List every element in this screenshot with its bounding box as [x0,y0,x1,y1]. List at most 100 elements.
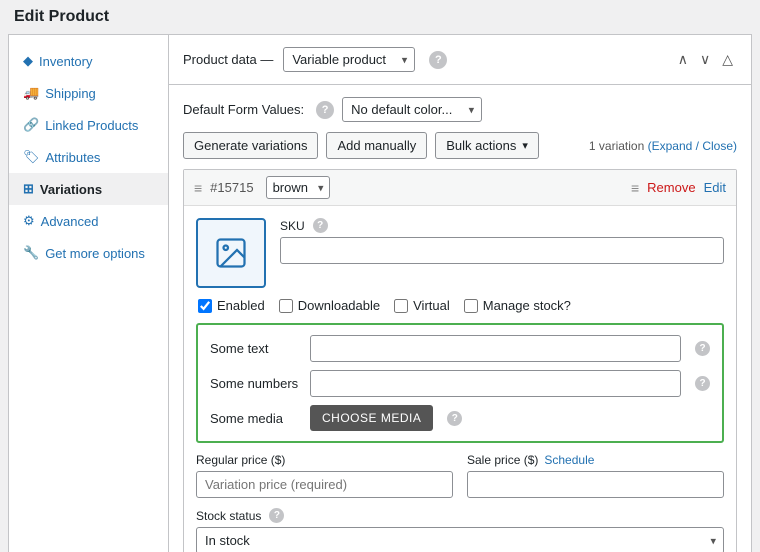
gear-icon: ⚙ [23,213,35,229]
variations-count: 1 variation (Expand / Close) [589,139,737,153]
stock-section: Stock status ? In stock Out of stock On … [196,508,724,552]
product-data-header: Product data — Variable product Simple p… [169,35,751,85]
grid-icon: ⊞ [23,181,34,197]
virtual-checkbox[interactable] [394,299,408,313]
diamond-icon: ◆ [23,53,33,69]
some-media-help-icon[interactable]: ? [447,411,462,426]
link-icon: 🔗 [23,117,39,133]
downloadable-label: Downloadable [298,298,380,313]
variation-menu-icon: ≡ [631,180,639,196]
sku-help-icon[interactable]: ? [313,218,328,233]
edit-variation-link[interactable]: Edit [704,180,726,195]
product-data-label: Product data — [183,52,273,67]
variation-color-select[interactable]: brown [266,176,330,199]
manage-stock-checkbox[interactable] [464,299,478,313]
default-form-row: Default Form Values: ? No default color.… [183,97,737,122]
variation-actions: ≡ Remove Edit [631,180,726,196]
bulk-actions-chevron-icon: ▾ [522,139,528,152]
sidebar-item-label: Inventory [39,54,92,69]
default-form-label: Default Form Values: [183,102,304,117]
regular-price-col: Regular price ($) [196,453,453,498]
stock-status-label: Stock status ? [196,508,724,523]
downloadable-checkbox-label[interactable]: Downloadable [279,298,380,313]
default-color-select[interactable]: No default color... brown [342,97,482,122]
sale-price-label: Sale price ($) Schedule [467,453,724,467]
sidebar-item-attributes[interactable]: 🏷 Attributes [9,141,168,173]
sidebar-item-linked-products[interactable]: 🔗 Linked Products [9,109,168,141]
sidebar-item-label: Attributes [46,150,101,165]
default-form-help-icon[interactable]: ? [316,101,334,119]
virtual-checkbox-label[interactable]: Virtual [394,298,450,313]
custom-field-row-text: Some text ? [210,335,710,362]
sku-input[interactable] [280,237,724,264]
manage-stock-label: Manage stock? [483,298,571,313]
sidebar-item-label: Variations [40,182,102,197]
variation-header: ≡ #15715 brown ≡ Remove Edit [184,170,736,206]
sku-section: SKU ? [280,218,724,264]
collapse-down-button[interactable]: ∨ [696,49,714,70]
sale-price-input[interactable] [467,471,724,498]
custom-field-row-numbers: Some numbers ? [210,370,710,397]
stock-status-select[interactable]: In stock Out of stock On backorder [196,527,724,552]
sidebar-item-label: Advanced [41,214,99,229]
checkboxes-row: Enabled Downloadable Virtual [196,298,724,313]
collapse-up-button[interactable]: ∧ [674,49,692,70]
drag-handle-icon[interactable]: ≡ [194,180,202,196]
content-area: ◆ Inventory 🚚 Shipping 🔗 Linked Products… [8,34,752,552]
variation-image-placeholder[interactable] [196,218,266,288]
regular-price-label: Regular price ($) [196,453,453,467]
some-text-input[interactable] [310,335,681,362]
image-icon [213,235,249,271]
sidebar-item-inventory[interactable]: ◆ Inventory [9,45,168,77]
tag-icon: 🏷 [23,149,40,165]
price-section: Regular price ($) Sale price ($) Schedul… [196,453,724,498]
page-wrapper: Edit Product ◆ Inventory 🚚 Shipping 🔗 Li… [0,0,760,552]
virtual-label: Virtual [413,298,450,313]
product-type-select-wrapper: Variable product Simple product Grouped … [283,47,415,72]
header-actions: ∧ ∨ △ [674,49,737,70]
regular-price-input[interactable] [196,471,453,498]
bulk-actions-button[interactable]: Bulk actions ▾ [435,132,539,159]
generate-variations-button[interactable]: Generate variations [183,132,318,159]
variation-row: ≡ #15715 brown ≡ Remove Edit [183,169,737,552]
variations-content: Default Form Values: ? No default color.… [169,85,751,552]
sidebar-item-label: Shipping [45,86,96,101]
sidebar-item-variations[interactable]: ⊞ Variations [9,173,168,205]
remove-variation-link[interactable]: Remove [647,180,695,195]
sidebar: ◆ Inventory 🚚 Shipping 🔗 Linked Products… [9,35,169,552]
manage-stock-checkbox-label[interactable]: Manage stock? [464,298,571,313]
sidebar-item-label: Linked Products [45,118,138,133]
variation-color-wrapper: brown [266,176,330,199]
product-type-select[interactable]: Variable product Simple product Grouped … [283,47,415,72]
sidebar-item-advanced[interactable]: ⚙ Advanced [9,205,168,237]
sku-label: SKU ? [280,218,724,233]
sidebar-item-label: Get more options [45,246,145,261]
enabled-checkbox[interactable] [198,299,212,313]
page-title-bar: Edit Product [0,0,760,34]
some-text-help-icon[interactable]: ? [695,341,710,356]
page-title: Edit Product [14,8,109,25]
sidebar-item-get-more-options[interactable]: 🔧 Get more options [9,237,168,269]
choose-media-button[interactable]: CHOOSE MEDIA [310,405,433,431]
truck-icon: 🚚 [23,85,39,101]
expand-close-link[interactable]: (Expand / Close) [648,139,737,153]
main-content: Product data — Variable product Simple p… [169,35,751,552]
wrench-icon: 🔧 [23,245,39,261]
toggle-button[interactable]: △ [718,49,737,70]
add-manually-button[interactable]: Add manually [326,132,427,159]
sidebar-item-shipping[interactable]: 🚚 Shipping [9,77,168,109]
variation-body: SKU ? Enabled [184,206,736,552]
some-numbers-help-icon[interactable]: ? [695,376,710,391]
bulk-actions-wrapper: Bulk actions ▾ [435,132,539,159]
some-numbers-input[interactable] [310,370,681,397]
product-type-help-icon[interactable]: ? [429,51,447,69]
variations-count-text: 1 variation [589,139,644,153]
schedule-link[interactable]: Schedule [544,453,594,467]
enabled-checkbox-label[interactable]: Enabled [198,298,265,313]
stock-status-help-icon[interactable]: ? [269,508,284,523]
enabled-label: Enabled [217,298,265,313]
downloadable-checkbox[interactable] [279,299,293,313]
some-text-label: Some text [210,341,300,356]
default-color-select-wrapper: No default color... brown [342,97,482,122]
variation-id: #15715 [210,180,253,195]
